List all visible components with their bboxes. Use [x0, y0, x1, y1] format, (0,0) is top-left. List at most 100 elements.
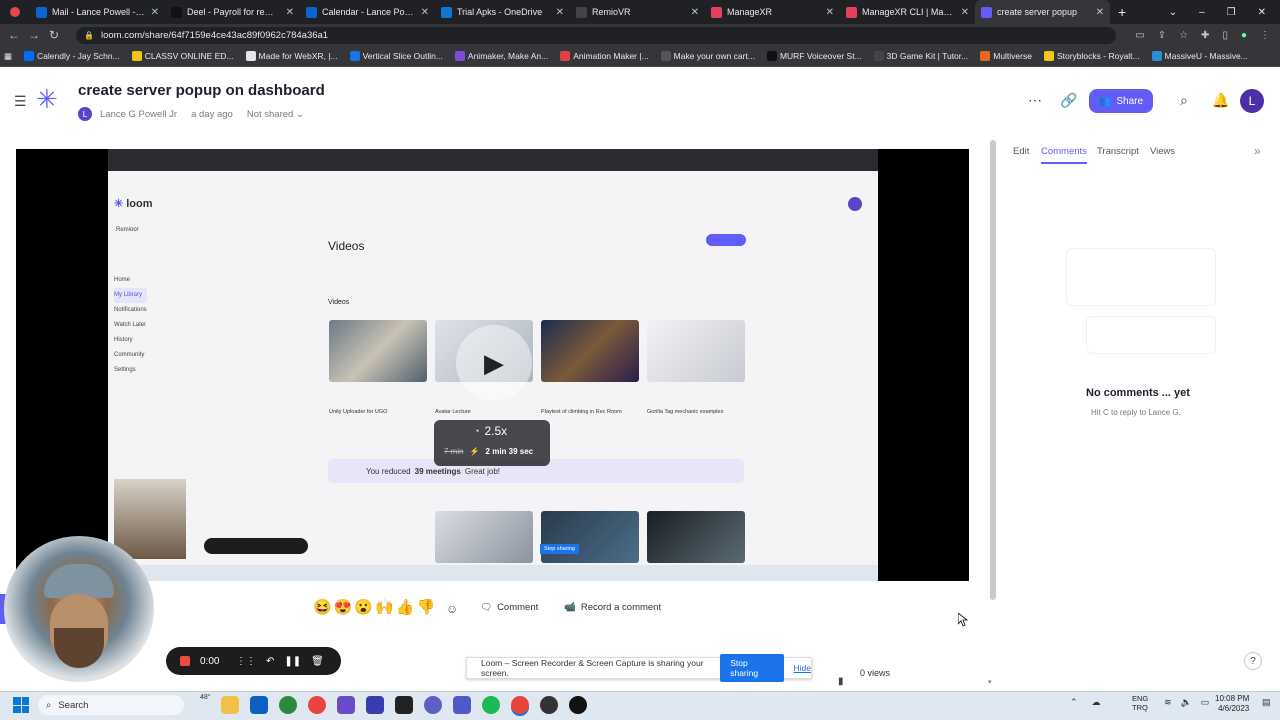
- reaction-emoji-icon[interactable]: 👍: [396, 598, 415, 616]
- back-icon[interactable]: ←: [4, 28, 24, 42]
- hamburger-menu-icon[interactable]: ☰: [14, 93, 27, 110]
- user-avatar[interactable]: L: [1240, 89, 1264, 113]
- teams-icon[interactable]: [453, 696, 471, 714]
- forward-icon[interactable]: →: [24, 28, 44, 42]
- taskbar-search[interactable]: ⌕ Search: [38, 695, 184, 715]
- browser-tab[interactable]: create server popup ✕: [975, 0, 1110, 24]
- play-icon[interactable]: ▶: [456, 325, 532, 401]
- more-options-icon[interactable]: ⋯: [1028, 92, 1042, 109]
- bookmark-item[interactable]: Animation Maker |...: [554, 51, 654, 61]
- visual-studio-icon[interactable]: [366, 696, 384, 714]
- bookmark-item[interactable]: 3D Game Kit | Tutor...: [868, 51, 975, 61]
- browser-tab[interactable]: ManageXR CLI | Manage ✕: [840, 0, 975, 24]
- new-tab-icon[interactable]: +: [1110, 4, 1126, 20]
- edge-icon[interactable]: [279, 696, 297, 714]
- bookmark-item[interactable]: CLASSV ONLINE ED...: [126, 51, 240, 61]
- close-tab-icon[interactable]: ✕: [151, 7, 159, 18]
- slack-icon[interactable]: [337, 696, 355, 714]
- media-player-icon[interactable]: [569, 696, 587, 714]
- browser-tab[interactable]: Trial Apks - OneDrive ✕: [435, 0, 570, 24]
- search-icon[interactable]: ⌕: [1180, 92, 1188, 109]
- reaction-emoji-icon[interactable]: 😮: [354, 598, 373, 616]
- bookmark-item[interactable]: Calendly - Jay Schn...: [18, 51, 126, 61]
- tab-comments[interactable]: Comments: [1041, 146, 1087, 157]
- reaction-emoji-icon[interactable]: 👎: [416, 598, 435, 616]
- bookmark-item[interactable]: Make your own cart...: [655, 51, 761, 61]
- chrome-icon[interactable]: [308, 696, 326, 714]
- help-icon[interactable]: ?: [1244, 652, 1262, 670]
- extensions-icon[interactable]: ✚: [1201, 30, 1209, 41]
- view-count[interactable]: 0 views: [860, 668, 890, 678]
- author-name[interactable]: Lance G Powell Jr: [100, 109, 177, 120]
- bookmark-star-icon[interactable]: ☆: [1179, 30, 1188, 41]
- speed-overlay[interactable]: ◔ 2.5x 7 min ⚡ 2 min 39 sec: [434, 420, 550, 466]
- undo-icon[interactable]: ↶: [266, 656, 274, 667]
- chrome-active-icon[interactable]: [511, 696, 529, 714]
- browser-menu-icon[interactable]: [0, 7, 30, 17]
- close-tab-icon[interactable]: ✕: [286, 7, 294, 18]
- browser-more-icon[interactable]: ⋮: [1260, 30, 1270, 41]
- tab-edit[interactable]: Edit: [1013, 146, 1029, 157]
- onedrive-icon[interactable]: ☁: [1092, 697, 1101, 708]
- browser-tab[interactable]: ManageXR ✕: [705, 0, 840, 24]
- browser-tab[interactable]: Mail - Lance Powell - Out ✕: [30, 0, 165, 24]
- clock[interactable]: 10:08 PM 4/6/2023: [1215, 694, 1249, 714]
- notification-center-icon[interactable]: ▤: [1262, 697, 1271, 708]
- pause-icon[interactable]: ❚❚: [284, 656, 301, 667]
- share-page-icon[interactable]: ⇪: [1158, 30, 1166, 41]
- close-tab-icon[interactable]: ✕: [421, 7, 429, 18]
- apps-icon[interactable]: ▦: [0, 51, 18, 62]
- store-icon[interactable]: [250, 696, 268, 714]
- install-app-icon[interactable]: ▭: [1135, 30, 1144, 41]
- close-tab-icon[interactable]: ✕: [826, 7, 834, 18]
- bookmark-item[interactable]: Made for WebXR, |...: [240, 51, 344, 61]
- site-info-icon[interactable]: 🔒: [84, 31, 94, 40]
- sidebar-icon[interactable]: ▯: [1222, 30, 1228, 41]
- windows-start-icon[interactable]: [13, 697, 29, 713]
- add-emoji-icon[interactable]: ☺: [446, 602, 458, 616]
- scroll-down-arrow-icon[interactable]: ▾: [988, 678, 992, 686]
- share-button[interactable]: 👥 Share: [1089, 89, 1153, 113]
- webcam-bubble[interactable]: [4, 536, 154, 682]
- browser-tab[interactable]: Deel - Payroll for remote ✕: [165, 0, 300, 24]
- bookmark-item[interactable]: Vertical Slice Outlin...: [344, 51, 449, 61]
- bookmark-item[interactable]: MassiveU - Massive...: [1146, 51, 1254, 61]
- notifications-bell-icon[interactable]: 🔔: [1212, 92, 1229, 109]
- close-tab-icon[interactable]: ✕: [691, 7, 699, 18]
- close-tab-icon[interactable]: ✕: [556, 7, 564, 18]
- spotify-icon[interactable]: [482, 696, 500, 714]
- tab-views[interactable]: Views: [1150, 146, 1175, 157]
- close-tab-icon[interactable]: ✕: [961, 7, 969, 18]
- bookmark-item[interactable]: Animaker, Make An...: [449, 51, 554, 61]
- loom-logo-icon[interactable]: ✳: [36, 86, 58, 112]
- reaction-emoji-icon[interactable]: 🙌: [375, 598, 394, 616]
- close-tab-icon[interactable]: ✕: [1096, 7, 1104, 18]
- hide-sharing-bar-link[interactable]: Hide: [794, 663, 811, 673]
- bookmark-item[interactable]: Storyblocks - Royalt...: [1038, 51, 1146, 61]
- obs-icon[interactable]: [540, 696, 558, 714]
- reaction-emoji-icon[interactable]: 😆: [313, 598, 332, 616]
- discord-icon[interactable]: [424, 696, 442, 714]
- profile-icon[interactable]: ●: [1241, 30, 1247, 41]
- grip-icon[interactable]: ⋮⋮: [236, 656, 256, 667]
- reaction-emoji-icon[interactable]: 😍: [334, 598, 353, 616]
- collapse-panel-icon[interactable]: »: [1254, 144, 1261, 158]
- stop-recording-icon[interactable]: [180, 656, 190, 666]
- file-explorer-icon[interactable]: [221, 696, 239, 714]
- browser-tab[interactable]: RemioVR ✕: [570, 0, 705, 24]
- browser-tab[interactable]: Calendar - Lance Powell ✕: [300, 0, 435, 24]
- tray-expand-icon[interactable]: ⌃: [1070, 697, 1078, 708]
- unity-icon[interactable]: [395, 696, 413, 714]
- input-language[interactable]: ENG TRQ: [1132, 694, 1148, 712]
- trash-icon[interactable]: 🗑: [311, 656, 324, 667]
- minimize-icon[interactable]: –: [1199, 7, 1205, 18]
- weather-temp[interactable]: 48°: [200, 694, 211, 701]
- stop-sharing-button[interactable]: Stop sharing: [720, 654, 784, 682]
- omnibox[interactable]: 🔒 loom.com/share/64f7159e4ce43ac89f0962c…: [76, 27, 1116, 44]
- tray-status[interactable]: ≋ 🔈 ▭: [1164, 697, 1209, 708]
- record-comment-button[interactable]: 📹 Record a comment: [564, 602, 661, 613]
- close-window-icon[interactable]: ✕: [1258, 7, 1266, 18]
- share-status-dropdown[interactable]: Not shared ⌄: [247, 109, 304, 120]
- bookmark-item[interactable]: Multiverse: [974, 51, 1038, 61]
- reload-icon[interactable]: ↻: [44, 28, 64, 42]
